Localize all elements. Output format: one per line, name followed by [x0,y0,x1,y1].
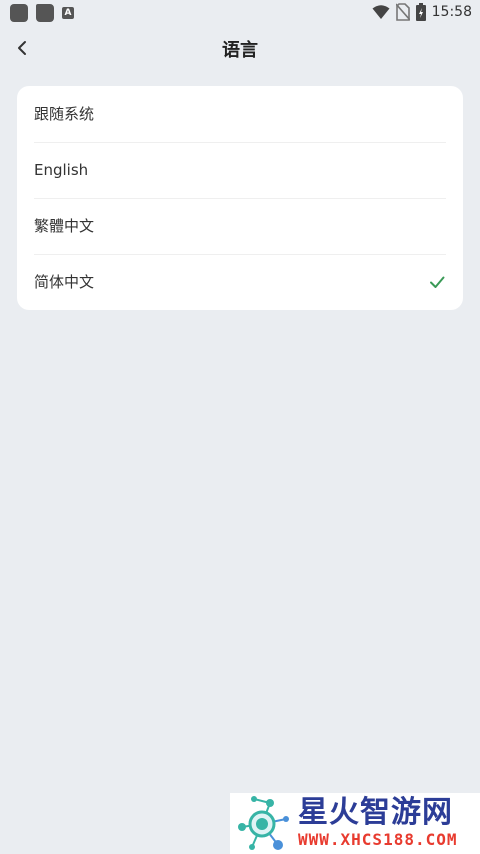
wifi-icon [372,5,390,19]
checkmark-icon [430,276,445,288]
battery-charging-icon [415,3,426,21]
folder-icon [36,4,54,22]
app-icon [10,4,28,22]
watermark: 星火智游网 WWW.XHCS188.COM [230,793,480,854]
status-bar-right: 15:58 [372,3,472,21]
language-label: 简体中文 [34,273,95,291]
language-list: 跟随系统 English 繁體中文 简体中文 [17,86,463,310]
a-icon: A [62,7,74,19]
status-time: 15:58 [431,4,472,20]
language-option-simplified-chinese[interactable]: 简体中文 [17,254,463,310]
no-sim-icon [395,3,410,21]
language-label: English [34,161,89,179]
language-label: 跟随系统 [34,105,95,123]
watermark-logo [238,796,289,850]
status-bar: A 15:58 [0,0,480,26]
app-header: 语言 [0,26,480,72]
watermark-title: 星火智游网 [298,795,453,830]
status-bar-left: A [10,4,74,22]
language-option-english[interactable]: English [17,142,463,198]
language-option-traditional-chinese[interactable]: 繁體中文 [17,198,463,254]
language-label: 繁體中文 [34,217,95,235]
language-option-follow-system[interactable]: 跟随系统 [17,86,463,142]
page-title: 语言 [222,40,258,61]
watermark-url: WWW.XHCS188.COM [298,830,458,849]
